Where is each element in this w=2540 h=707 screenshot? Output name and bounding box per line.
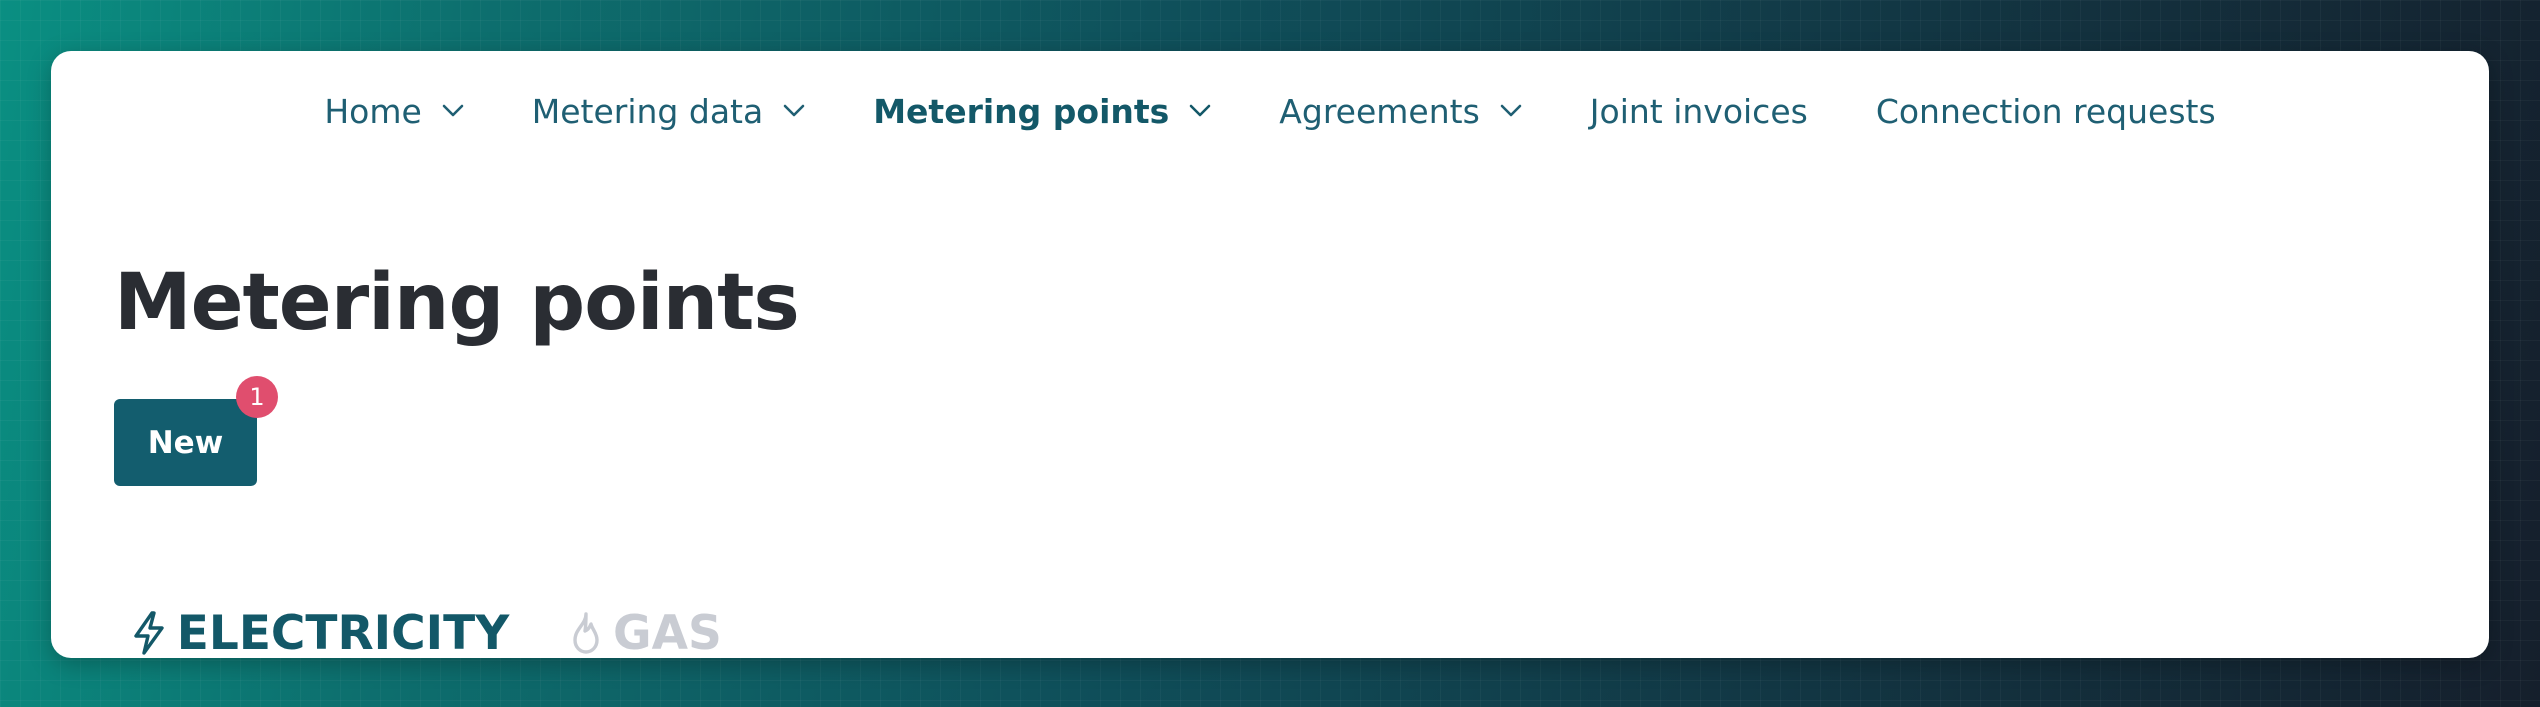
top-navigation: Home Metering data Metering points Agree… (51, 87, 2489, 135)
nav-item-metering-data[interactable]: Metering data (532, 92, 805, 131)
nav-item-home[interactable]: Home (324, 91, 464, 131)
chevron-down-icon (783, 104, 805, 118)
nav-item-connection-requests[interactable]: Connection requests (1876, 92, 2216, 131)
energy-tabs: ELECTRICITY GAS (114, 591, 2423, 658)
nav-item-label: Metering data (531, 91, 764, 131)
nav-item-joint-invoices[interactable]: Joint invoices (1590, 92, 1808, 131)
new-button[interactable]: New (114, 399, 257, 486)
nav-item-label: Home (324, 91, 422, 131)
lightning-bolt-icon (131, 610, 167, 656)
nav-item-label: Agreements (1279, 91, 1480, 131)
chevron-down-icon (1189, 104, 1211, 118)
tab-label: ELECTRICITY (176, 605, 510, 659)
nav-item-label: Metering points (873, 91, 1170, 131)
page-title: Metering points (114, 258, 800, 348)
chevron-down-icon (442, 104, 464, 118)
nav-item-label: Joint invoices (1589, 91, 1808, 131)
tab-label: GAS (613, 605, 722, 659)
notification-badge: 1 (236, 376, 278, 418)
tab-gas[interactable]: GAS (569, 591, 722, 658)
nav-item-agreements[interactable]: Agreements (1279, 91, 1522, 131)
flame-icon (569, 610, 603, 656)
new-button-label: New (147, 424, 224, 461)
tab-electricity[interactable]: ELECTRICITY (114, 591, 526, 658)
chevron-down-icon (1500, 104, 1522, 118)
main-card: Home Metering data Metering points Agree… (51, 51, 2489, 658)
nav-item-metering-points[interactable]: Metering points (873, 92, 1211, 131)
nav-item-label: Connection requests (1875, 91, 2216, 131)
